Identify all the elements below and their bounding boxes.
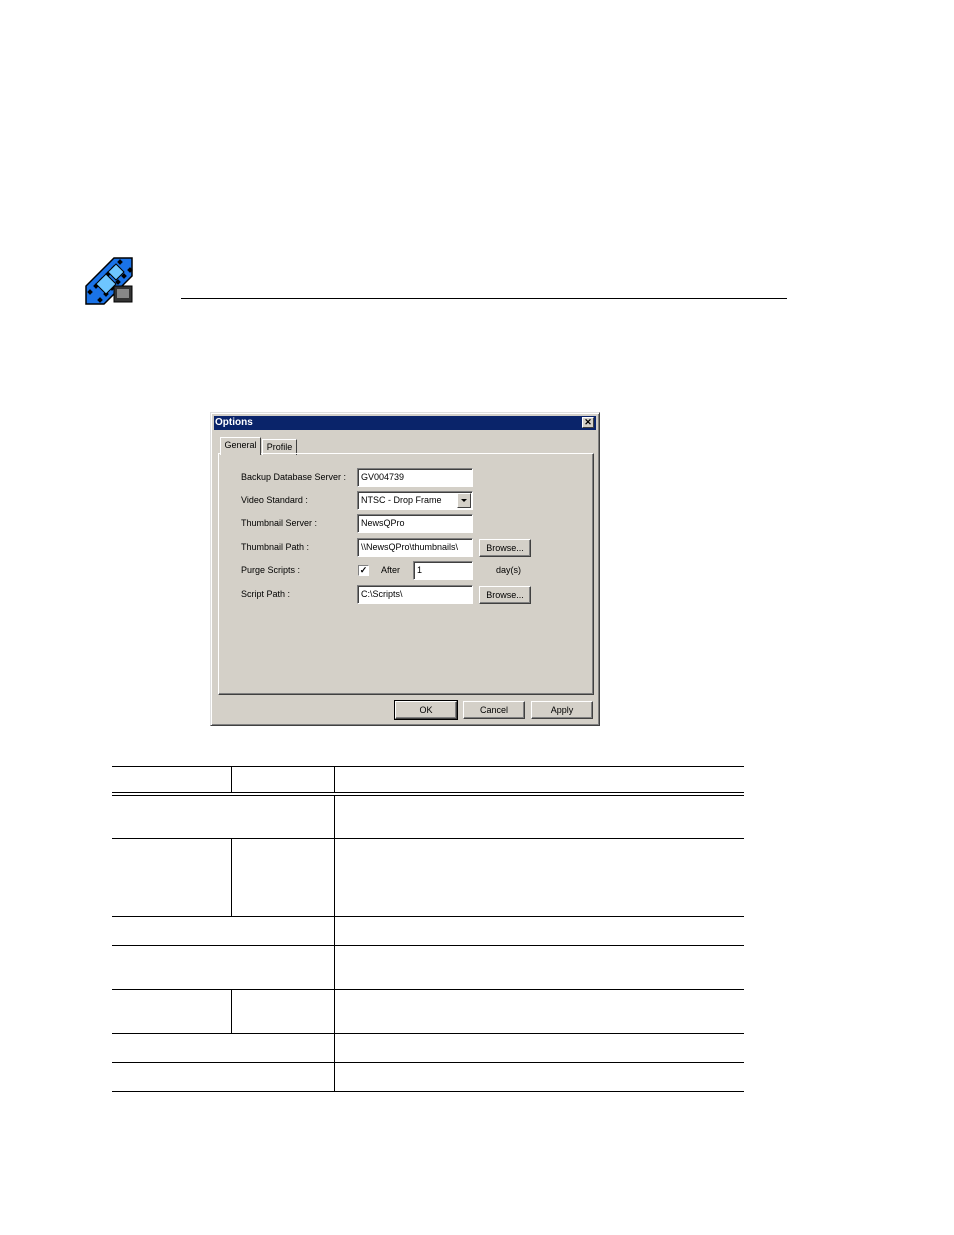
- video-standard-value: NTSC - Drop Frame: [361, 495, 442, 505]
- table-row-rule: [112, 916, 744, 917]
- table-bottom-rule: [112, 1091, 744, 1092]
- close-icon[interactable]: ✕: [582, 417, 594, 428]
- dialog-title: Options: [215, 417, 253, 428]
- table-col-divider: [231, 989, 232, 1033]
- ok-button[interactable]: OK: [394, 700, 458, 720]
- table-row-rule: [112, 989, 744, 990]
- table-row-rule: [112, 838, 744, 839]
- backup-db-server-label: Backup Database Server :: [241, 472, 347, 482]
- table-row-rule: [112, 1033, 744, 1034]
- cancel-button[interactable]: Cancel: [463, 701, 525, 719]
- tab-general-label: General: [224, 440, 257, 450]
- thumbnail-path-label: Thumbnail Path :: [241, 542, 310, 552]
- table-top-rule: [112, 766, 744, 767]
- apply-button[interactable]: Apply: [531, 701, 593, 719]
- purge-scripts-checkbox[interactable]: ✓: [358, 565, 369, 576]
- purge-scripts-label: Purge Scripts :: [241, 565, 301, 575]
- thumbnail-path-input[interactable]: \\NewsQPro\thumbnails\: [357, 538, 473, 557]
- dialog-titlebar[interactable]: Options ✕: [214, 416, 596, 430]
- tab-profile-label: Profile: [266, 442, 293, 452]
- script-path-input[interactable]: C:\Scripts\: [357, 585, 473, 604]
- table-col-divider: [231, 838, 232, 916]
- video-standard-label: Video Standard :: [241, 495, 308, 505]
- table-col-divider: [334, 766, 335, 792]
- table-header-rule: [112, 792, 744, 793]
- purge-after-label: After: [381, 565, 401, 575]
- tab-general[interactable]: General: [220, 437, 261, 455]
- script-path-label: Script Path :: [241, 589, 291, 599]
- thumbnail-server-label: Thumbnail Server :: [241, 518, 318, 528]
- table-col-divider: [231, 766, 232, 792]
- table-row-rule: [112, 945, 744, 946]
- purge-days-input[interactable]: 1: [413, 561, 473, 580]
- table-header-rule-double: [112, 795, 744, 796]
- thumbnail-server-input[interactable]: NewsQPro: [357, 514, 473, 533]
- video-standard-select[interactable]: NTSC - Drop Frame: [357, 491, 473, 510]
- script-path-browse-button[interactable]: Browse...: [479, 586, 531, 604]
- backup-db-server-input[interactable]: GV004739: [357, 468, 473, 487]
- options-dialog: Options ✕ General Profile Backup Databas…: [210, 412, 600, 726]
- film-strip-logo-icon: [84, 256, 134, 306]
- table-row-rule: [112, 1062, 744, 1063]
- purge-days-unit: day(s): [496, 565, 522, 575]
- table-col-divider: [334, 795, 335, 1091]
- thumbnail-path-browse-button[interactable]: Browse...: [479, 539, 531, 557]
- chevron-down-icon[interactable]: [457, 493, 471, 508]
- heading-rule: [181, 298, 787, 299]
